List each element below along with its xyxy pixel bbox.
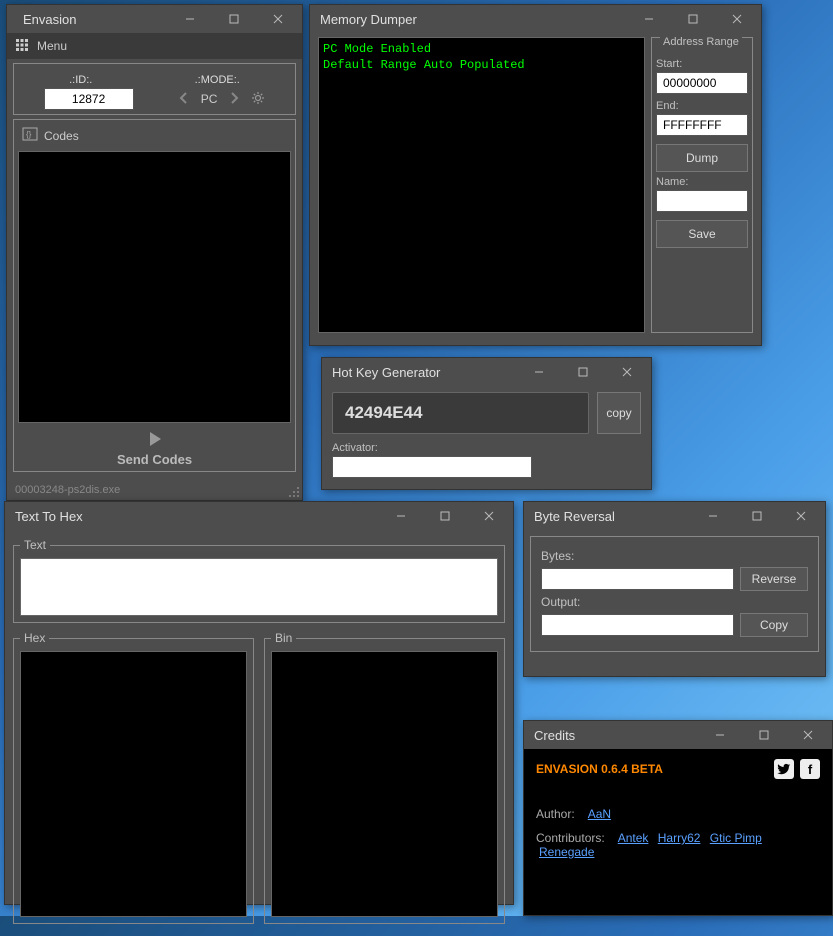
close-button[interactable] bbox=[715, 5, 759, 33]
envasion-titlebar[interactable]: Envasion bbox=[7, 5, 302, 33]
maximize-button[interactable] bbox=[212, 5, 256, 33]
arrow-right-icon[interactable] bbox=[227, 91, 241, 108]
id-label: .:ID:. bbox=[69, 74, 92, 86]
mode-label: .:MODE:. bbox=[195, 74, 240, 86]
dump-button[interactable]: Dump bbox=[656, 144, 748, 172]
reverse-button[interactable]: Reverse bbox=[740, 567, 808, 591]
save-button[interactable]: Save bbox=[656, 220, 748, 248]
bytes-label: Bytes: bbox=[541, 549, 808, 563]
minimize-button[interactable] bbox=[379, 502, 423, 530]
hex-output[interactable] bbox=[20, 651, 247, 917]
contrib-label: Contributors: bbox=[536, 831, 605, 845]
minimize-button[interactable] bbox=[517, 358, 561, 386]
byterev-titlebar[interactable]: Byte Reversal bbox=[524, 502, 825, 530]
app-title: ENVASION 0.6.4 BETA bbox=[536, 762, 663, 776]
text-to-hex-window: Text To Hex Text Hex Bin bbox=[4, 501, 514, 905]
maximize-button[interactable] bbox=[735, 502, 779, 530]
close-button[interactable] bbox=[786, 721, 830, 749]
close-button[interactable] bbox=[779, 502, 823, 530]
contrib-link[interactable]: Antek bbox=[618, 831, 649, 845]
hex-group: Hex bbox=[13, 631, 254, 924]
twitter-icon[interactable] bbox=[774, 759, 794, 779]
send-codes-label[interactable]: Send Codes bbox=[117, 452, 192, 467]
contrib-link[interactable]: Gtic Pimp bbox=[710, 831, 762, 845]
close-button[interactable] bbox=[467, 502, 511, 530]
code-icon: {} bbox=[22, 126, 38, 145]
memory-dumper-window: Memory Dumper PC Mode Enabled Default Ra… bbox=[309, 4, 762, 346]
end-label: End: bbox=[656, 100, 748, 112]
start-label: Start: bbox=[656, 58, 748, 70]
bytes-input[interactable] bbox=[541, 568, 734, 590]
codes-listbox[interactable] bbox=[18, 151, 291, 423]
mode-value: PC bbox=[201, 92, 218, 106]
minimize-button[interactable] bbox=[168, 5, 212, 33]
arrow-left-icon[interactable] bbox=[177, 91, 191, 108]
envasion-window: Envasion Menu .:ID:. .:MODE:. PC {} bbox=[6, 4, 303, 501]
play-icon[interactable] bbox=[145, 429, 165, 449]
credits-titlebar[interactable]: Credits bbox=[524, 721, 832, 749]
window-title: Credits bbox=[534, 728, 575, 743]
codes-label: Codes bbox=[44, 129, 79, 143]
menu-label[interactable]: Menu bbox=[37, 39, 67, 53]
text-group: Text bbox=[13, 538, 505, 623]
close-button[interactable] bbox=[256, 5, 300, 33]
contrib-link[interactable]: Harry62 bbox=[658, 831, 701, 845]
address-range-group: Address Range Start: End: Dump Name: Sav… bbox=[651, 37, 753, 333]
text-input[interactable] bbox=[20, 558, 498, 616]
bin-group: Bin bbox=[264, 631, 505, 924]
window-title: Text To Hex bbox=[15, 509, 83, 524]
maximize-button[interactable] bbox=[671, 5, 715, 33]
minimize-button[interactable] bbox=[627, 5, 671, 33]
activator-label: Activator: bbox=[332, 442, 641, 454]
grid-icon[interactable] bbox=[15, 38, 29, 55]
facebook-icon[interactable]: f bbox=[800, 759, 820, 779]
activator-input[interactable] bbox=[332, 456, 532, 478]
window-title: Envasion bbox=[23, 12, 76, 27]
copy-button[interactable]: Copy bbox=[740, 613, 808, 637]
memdump-titlebar[interactable]: Memory Dumper bbox=[310, 5, 761, 33]
start-input[interactable] bbox=[656, 72, 748, 94]
copy-button[interactable]: copy bbox=[597, 392, 641, 434]
status-text: 00003248-ps2dis.exe bbox=[11, 482, 124, 498]
name-input[interactable] bbox=[656, 190, 748, 212]
maximize-button[interactable] bbox=[742, 721, 786, 749]
maximize-button[interactable] bbox=[423, 502, 467, 530]
window-title: Byte Reversal bbox=[534, 509, 615, 524]
end-input[interactable] bbox=[656, 114, 748, 136]
credits-window: Credits ENVASION 0.6.4 BETA f Author: Aa… bbox=[523, 720, 833, 916]
close-button[interactable] bbox=[605, 358, 649, 386]
console-line: PC Mode Enabled bbox=[323, 42, 640, 58]
id-input[interactable] bbox=[44, 88, 134, 110]
window-title: Hot Key Generator bbox=[332, 365, 440, 380]
author-link[interactable]: AaN bbox=[588, 807, 611, 821]
address-range-legend: Address Range bbox=[660, 36, 742, 48]
contrib-link[interactable]: Renegade bbox=[539, 845, 594, 859]
svg-text:{}: {} bbox=[26, 130, 32, 139]
author-label: Author: bbox=[536, 807, 575, 821]
byte-reversal-window: Byte Reversal Bytes: Reverse Output: Cop… bbox=[523, 501, 826, 677]
minimize-button[interactable] bbox=[691, 502, 735, 530]
maximize-button[interactable] bbox=[561, 358, 605, 386]
window-title: Memory Dumper bbox=[320, 12, 417, 27]
hotkey-display: 42494E44 bbox=[332, 392, 589, 434]
name-label: Name: bbox=[656, 176, 748, 188]
hotkey-generator-window: Hot Key Generator 42494E44 copy Activato… bbox=[321, 357, 652, 490]
envasion-menubar: Menu bbox=[7, 33, 302, 59]
bin-legend: Bin bbox=[271, 631, 296, 645]
console-output: PC Mode Enabled Default Range Auto Popul… bbox=[318, 37, 645, 333]
output-field bbox=[541, 614, 734, 636]
hex-legend: Hex bbox=[20, 631, 49, 645]
txthex-titlebar[interactable]: Text To Hex bbox=[5, 502, 513, 530]
text-legend: Text bbox=[20, 538, 50, 552]
console-line: Default Range Auto Populated bbox=[323, 58, 640, 74]
gear-icon[interactable] bbox=[251, 91, 265, 108]
hotkey-titlebar[interactable]: Hot Key Generator bbox=[322, 358, 651, 386]
minimize-button[interactable] bbox=[698, 721, 742, 749]
resize-grip[interactable] bbox=[288, 486, 300, 498]
bin-output[interactable] bbox=[271, 651, 498, 917]
output-label: Output: bbox=[541, 595, 808, 609]
